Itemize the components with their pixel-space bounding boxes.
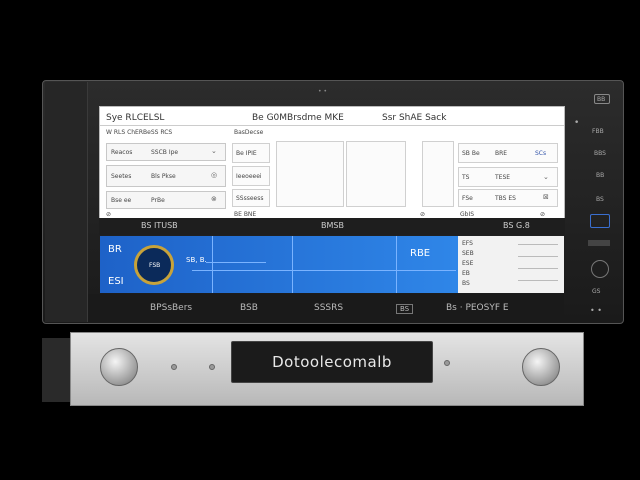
right-row-2-a: TS (462, 174, 470, 181)
right-button-2[interactable]: FBB (592, 128, 604, 135)
right-button-3[interactable]: BBS (594, 150, 606, 157)
grid-line (206, 262, 266, 263)
left-row-3-value: PrBe (151, 197, 165, 204)
mid-section-title: BasDecse (234, 129, 264, 136)
right-row-1-b: BRE (495, 150, 508, 157)
bottom-label-b: BSB (240, 303, 258, 313)
display-text: Dotoolecomalb (272, 353, 392, 371)
bottom-label-e: Bs · PEOSYF E (446, 303, 509, 313)
left-row-2-value: Bls Pkse (151, 173, 176, 180)
blue-label-b: RBE (410, 248, 431, 259)
pane-marker-icon: ⊘ (420, 211, 426, 218)
strip-left: BS ITUSB (141, 221, 178, 230)
left-row-2[interactable]: Seetes Bls Pkse ◎ (106, 165, 226, 187)
left-footer-marker: ⊘ (106, 211, 112, 218)
mid-row-3[interactable]: SSsseess (232, 189, 270, 207)
right-row-1-a: SB Be (462, 150, 480, 157)
blue-bottom-left: ESI (108, 276, 124, 287)
right-row-3-b: TBS ES (495, 195, 516, 202)
header-divider (100, 125, 564, 126)
blue-side-table: EFS SEB ESE EB BS (458, 236, 564, 293)
side-row-1: EFS (462, 240, 473, 247)
chevron-down-icon[interactable]: ⌄ (543, 173, 549, 181)
grid-line (292, 236, 293, 293)
right-button-6[interactable]: GS (592, 288, 600, 295)
close-icon[interactable]: ⊗ (211, 195, 217, 203)
gauge-value: FSB (149, 262, 161, 269)
header-middle: Be G0MBrsdme MKE (252, 113, 344, 123)
right-row-3[interactable]: FSe TBS ES ⊠ (458, 189, 558, 207)
power-dot-icon: • • (590, 306, 602, 315)
right-row-1[interactable]: SB Be BRE SCs (458, 143, 558, 163)
right-button-1[interactable]: BB (594, 94, 610, 104)
side-divider (518, 256, 558, 257)
grid-line (192, 270, 456, 271)
indicator-dot-icon: • (574, 118, 580, 128)
screen-main-panel: Sye RLCELSL Be G0MBrsdme MKE Ssr ShAE Sa… (99, 106, 565, 220)
side-divider (518, 268, 558, 269)
side-divider (518, 244, 558, 245)
header-right: Ssr ShAE Sack (382, 113, 447, 123)
right-row-2[interactable]: TS TESE ⌄ (458, 167, 558, 187)
mid-row-1-text: Be IPIE (236, 150, 257, 157)
chassis-side-panel (42, 338, 70, 402)
side-divider (518, 280, 558, 281)
mid-row-1[interactable]: Be IPIE (232, 143, 270, 163)
side-row-4: EB (462, 270, 470, 277)
right-control-knob[interactable] (522, 348, 560, 386)
left-row-3-label: Bse ee (111, 197, 132, 204)
bottom-label-c: SSSRS (314, 303, 344, 313)
content-pane-1 (276, 141, 344, 207)
content-pane-2 (346, 141, 406, 207)
right-button-1-label: BB (597, 96, 606, 103)
blue-top-left: BR (108, 244, 122, 255)
strip-right: BS G.8 (503, 221, 530, 230)
left-row-2-label: Seetes (111, 173, 132, 180)
header-left: Sye RLCELSL (106, 113, 165, 123)
grid-line (212, 236, 213, 293)
status-bar (588, 240, 610, 246)
right-row-1-c: SCs (535, 150, 547, 157)
left-row-3[interactable]: Bse ee PrBe ⊗ (106, 191, 226, 209)
right-row-3-a: FSe (462, 195, 473, 202)
right-button-4[interactable]: BB (596, 172, 604, 179)
bottom-label-a: BPSsBers (150, 303, 193, 313)
strip-middle: BMSB (321, 221, 344, 230)
small-button-icon[interactable] (444, 360, 450, 366)
bottom-label-d[interactable]: BS (396, 304, 414, 314)
mid-row-2-text: Ieeoeeei (236, 173, 262, 180)
display-mode-button[interactable] (590, 214, 610, 228)
right-footer: GbIS (460, 211, 475, 218)
right-row-2-b: TESE (495, 174, 511, 181)
jog-dial-icon[interactable] (591, 260, 609, 278)
small-button-icon[interactable] (171, 364, 177, 370)
side-row-3: ESE (462, 260, 474, 267)
chevron-down-icon[interactable]: ⌄ (211, 147, 217, 155)
blue-label-a: SB, B. (186, 256, 207, 264)
left-control-knob[interactable] (100, 348, 138, 386)
right-button-5[interactable]: BS (596, 196, 604, 203)
device-mark: • • (318, 88, 327, 95)
grid-line (396, 236, 397, 293)
bezel-left-panel (45, 82, 88, 322)
side-row-2: SEB (462, 250, 474, 257)
small-button-icon[interactable] (209, 364, 215, 370)
close-icon[interactable]: ⊠ (543, 193, 549, 201)
left-row-1-label: Reacos (111, 149, 133, 156)
mid-row-2[interactable]: Ieeoeeei (232, 166, 270, 186)
circle-icon[interactable]: ◎ (211, 171, 217, 179)
mid-row-3-text: SSsseess (236, 195, 264, 202)
mid-footer: BE BNE (234, 211, 257, 218)
left-row-1[interactable]: Reacos SSCB Ipe ⌄ (106, 143, 226, 161)
content-pane-3 (422, 141, 454, 207)
left-row-1-value: SSCB Ipe (151, 149, 179, 156)
side-row-5: BS (462, 280, 470, 287)
right-footer-icon: ⊘ (540, 211, 546, 218)
left-section-title: W RLS ChERBeSS RCS (106, 129, 173, 136)
screen-status-strip: BS ITUSB BMSB BS G.8 (99, 218, 565, 235)
